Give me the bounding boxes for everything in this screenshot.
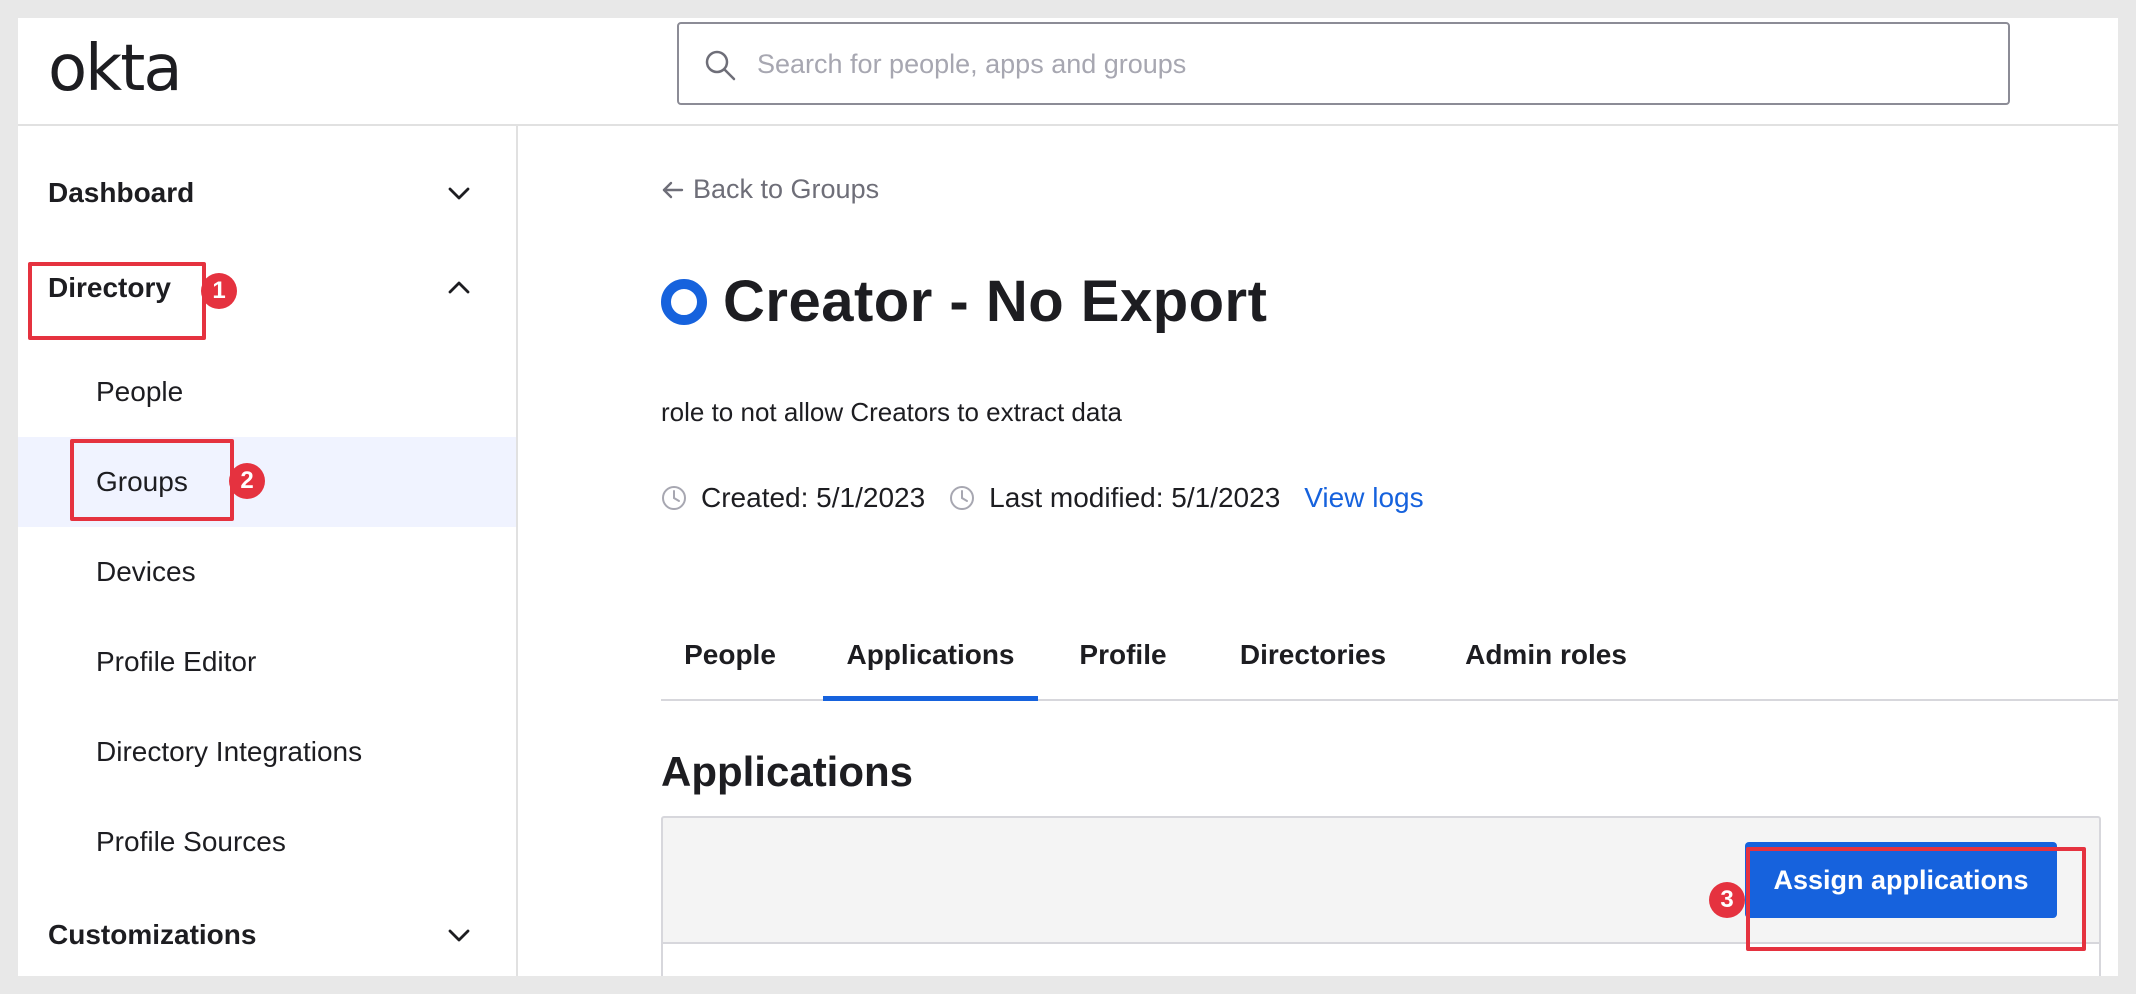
group-meta: Created: 5/1/2023 Last modified: 5/1/202… [661, 482, 1424, 514]
sidebar-section-directory[interactable]: Directory [18, 253, 516, 323]
sidebar-item-groups[interactable]: Groups [18, 437, 516, 527]
group-tabs: People Applications Profile Directories … [661, 631, 2118, 701]
sidebar-item-profile-sources[interactable]: Profile Sources [18, 797, 516, 887]
applications-list-area [663, 944, 2099, 976]
modified-info: Last modified: 5/1/2023 [949, 482, 1280, 514]
step-badge-1: 1 [201, 273, 237, 309]
sidebar-item-devices[interactable]: Devices [18, 527, 516, 617]
applications-section-title: Applications [661, 748, 914, 795]
search-icon [705, 50, 736, 81]
sidebar-item-people[interactable]: People [18, 347, 516, 437]
applications-panel: Assign applications [661, 816, 2101, 976]
sidebar-section-customizations[interactable]: Customizations [18, 900, 516, 970]
sidebar-section-label: Directory [48, 272, 171, 303]
sidebar-section-label: Customizations [48, 919, 257, 950]
okta-logo[interactable]: okta [48, 32, 183, 106]
chevron-up-icon [448, 281, 470, 294]
sidebar-section-dashboard[interactable]: Dashboard [18, 158, 516, 228]
clock-icon [662, 486, 686, 510]
group-status-icon [661, 278, 707, 325]
tab-profile[interactable]: Profile [1063, 631, 1183, 701]
top-header: okta [18, 18, 2118, 126]
group-title-row: Creator - No Export [661, 268, 1267, 335]
sidebar-item-label: People [96, 376, 184, 407]
search-input[interactable] [757, 38, 1957, 90]
sidebar: Dashboard Directory 1 People Groups 2 De… [18, 126, 518, 976]
sidebar-item-label: Profile Sources [96, 826, 286, 857]
created-date: Created: 5/1/2023 [701, 482, 926, 513]
sidebar-item-label: Groups [96, 466, 188, 497]
view-logs-link[interactable]: View logs [1304, 482, 1423, 514]
created-info: Created: 5/1/2023 [661, 482, 925, 514]
sidebar-section-label: Dashboard [48, 177, 195, 208]
back-link-label: Back to Groups [693, 174, 880, 204]
tab-people[interactable]: People [661, 631, 799, 701]
app-window: okta Dashboard Directory 1 People [18, 18, 2118, 976]
search-box[interactable] [677, 22, 2010, 105]
sidebar-item-label: Profile Editor [96, 646, 257, 677]
sidebar-item-directory-integrations[interactable]: Directory Integrations [18, 707, 516, 797]
assign-applications-button[interactable]: Assign applications [1745, 842, 2057, 918]
group-description: role to not allow Creators to extract da… [661, 397, 1123, 427]
tab-applications[interactable]: Applications [823, 631, 1038, 701]
arrow-left-icon [662, 181, 684, 198]
step-badge-3: 3 [1709, 882, 1745, 918]
chevron-down-icon [448, 929, 470, 942]
sidebar-item-profile-editor[interactable]: Profile Editor [18, 617, 516, 707]
sidebar-item-label: Devices [96, 556, 196, 587]
back-to-groups-link[interactable]: Back to Groups [661, 174, 879, 205]
clock-icon [950, 486, 975, 510]
tab-directories[interactable]: Directories [1207, 631, 1419, 701]
main-content: Back to Groups Creator - No Export role … [518, 126, 2118, 976]
last-modified-date: Last modified: 5/1/2023 [989, 482, 1281, 513]
sidebar-item-label: Directory Integrations [96, 736, 363, 767]
chevron-down-icon [448, 187, 470, 200]
step-badge-2: 2 [229, 463, 265, 499]
page-title: Creator - No Export [723, 269, 1268, 334]
tab-admin-roles[interactable]: Admin roles [1441, 631, 1651, 701]
